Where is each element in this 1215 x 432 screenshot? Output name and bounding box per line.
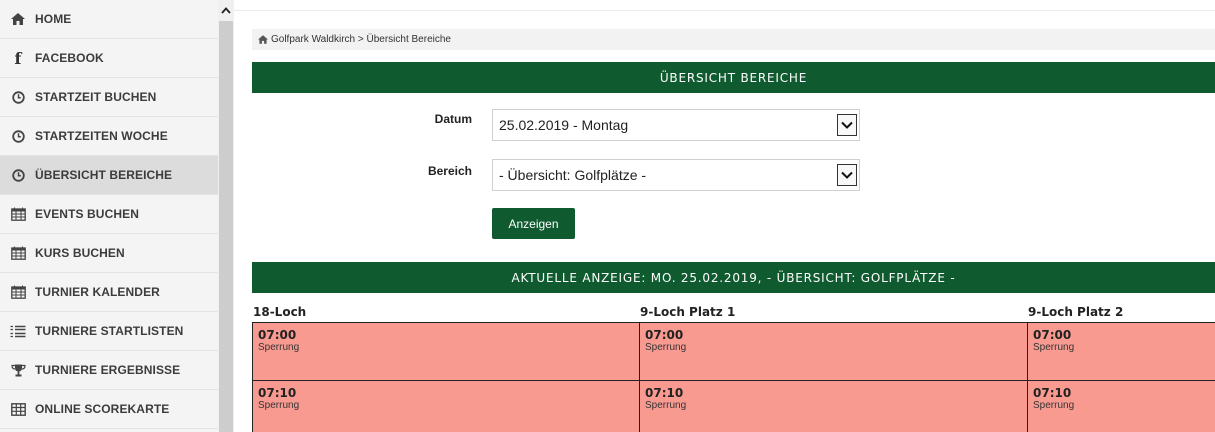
clock-icon (10, 167, 26, 183)
sidebar-nav: HOME f FACEBOOK STARTZEIT BUCHEN STARTZE… (0, 0, 218, 432)
column-header: 9-Loch Platz 2 (1028, 305, 1124, 319)
bereich-label: Bereich (427, 164, 472, 178)
sidebar-scrollbar[interactable] (218, 0, 234, 432)
tee-time-slot[interactable]: 07:10 Sperrung (1027, 380, 1215, 432)
sidebar-item-label: ÜBERSICHT BEREICHE (35, 168, 173, 182)
bereich-select-value: - Übersicht: Golfplätze - (499, 167, 647, 183)
slot-time: 07:00 (258, 328, 297, 342)
sidebar-item-label: TURNIERE STARTLISTEN (35, 324, 184, 338)
table-icon (10, 401, 26, 417)
sidebar-item-label: STARTZEIT BUCHEN (35, 90, 157, 104)
breadcrumb: Golfpark Waldkirch > Übersicht Bereiche (252, 29, 1215, 50)
chevron-down-icon[interactable] (837, 114, 857, 136)
sidebar-item-label: ONLINE SCOREKARTE (35, 402, 170, 416)
facebook-icon: f (14, 48, 22, 68)
slot-time: 07:00 (1033, 328, 1072, 342)
scroll-thumb[interactable] (219, 21, 233, 432)
page-title: ÜBERSICHT BEREICHE (252, 62, 1215, 93)
slot-status: Sperrung (258, 342, 300, 353)
sidebar-item-online-scorekarte[interactable]: ONLINE SCOREKARTE (0, 390, 218, 429)
clock-icon (10, 128, 26, 144)
sidebar-item-label: KURS BUCHEN (35, 246, 125, 260)
sidebar-item-label: HOME (35, 12, 72, 26)
tee-time-slot[interactable]: 07:00 Sperrung (252, 322, 640, 381)
calendar-icon (10, 206, 26, 222)
top-divider (234, 0, 1215, 11)
anzeigen-button[interactable]: Anzeigen (492, 208, 575, 239)
home-icon (10, 11, 26, 27)
sidebar-item-label: EVENTS BUCHEN (35, 207, 139, 221)
sidebar-item-turnier-kalender[interactable]: TURNIER KALENDER (0, 273, 218, 312)
sidebar-item-kurs-buchen[interactable]: KURS BUCHEN (0, 234, 218, 273)
slot-time: 07:00 (645, 328, 684, 342)
tee-time-slot[interactable]: 07:10 Sperrung (639, 380, 1028, 432)
clock-icon (10, 89, 26, 105)
calendar-icon (10, 284, 26, 300)
calendar-icon (10, 245, 26, 261)
slot-status: Sperrung (1033, 400, 1075, 411)
slot-status: Sperrung (645, 400, 687, 411)
sidebar-item-label: FACEBOOK (35, 51, 104, 65)
sidebar-item-label: STARTZEITEN WOCHE (35, 129, 168, 143)
sidebar-item-startzeiten-woche[interactable]: STARTZEITEN WOCHE (0, 117, 218, 156)
sidebar-item-turniere-ergebnisse[interactable]: TURNIERE ERGEBNISSE (0, 351, 218, 390)
sidebar-item-startzeit-buchen[interactable]: STARTZEIT BUCHEN (0, 78, 218, 117)
scroll-up-arrow-icon[interactable] (218, 0, 234, 20)
sidebar-item-events-buchen[interactable]: EVENTS BUCHEN (0, 195, 218, 234)
result-title: AKTUELLE ANZEIGE: MO. 25.02.2019, - ÜBER… (252, 262, 1215, 293)
tee-time-grid: 07:00 Sperrung 07:00 Sperrung 07:00 Sper… (252, 322, 1215, 432)
slot-time: 07:10 (258, 386, 297, 400)
sidebar-item-label: TURNIERE ERGEBNISSE (35, 363, 181, 377)
slot-status: Sperrung (1033, 342, 1075, 353)
slot-time: 07:10 (1033, 386, 1072, 400)
datum-select[interactable]: 25.02.2019 - Montag (492, 109, 860, 141)
breadcrumb-text[interactable]: Golfpark Waldkirch > Übersicht Bereiche (271, 34, 451, 45)
list-icon (10, 323, 26, 339)
tee-time-slot[interactable]: 07:00 Sperrung (639, 322, 1028, 381)
datum-label: Datum (434, 112, 472, 126)
sidebar-item-uebersicht-bereiche[interactable]: ÜBERSICHT BEREICHE (0, 156, 218, 195)
tee-time-slot[interactable]: 07:00 Sperrung (1027, 322, 1215, 381)
sidebar-item-label: TURNIER KALENDER (35, 285, 160, 299)
sidebar-item-facebook[interactable]: f FACEBOOK (0, 39, 218, 78)
bereich-select[interactable]: - Übersicht: Golfplätze - (492, 159, 860, 191)
slot-status: Sperrung (645, 342, 687, 353)
trophy-icon (10, 362, 26, 378)
slot-status: Sperrung (258, 400, 300, 411)
sidebar-item-home[interactable]: HOME (0, 0, 218, 39)
datum-select-value: 25.02.2019 - Montag (499, 117, 629, 133)
chevron-down-icon[interactable] (837, 164, 857, 186)
column-header: 18-Loch (253, 305, 307, 319)
home-icon[interactable] (258, 35, 268, 44)
slot-time: 07:10 (645, 386, 684, 400)
column-header: 9-Loch Platz 1 (640, 305, 736, 319)
tee-time-slot[interactable]: 07:10 Sperrung (252, 380, 640, 432)
sidebar-item-turniere-startlisten[interactable]: TURNIERE STARTLISTEN (0, 312, 218, 351)
